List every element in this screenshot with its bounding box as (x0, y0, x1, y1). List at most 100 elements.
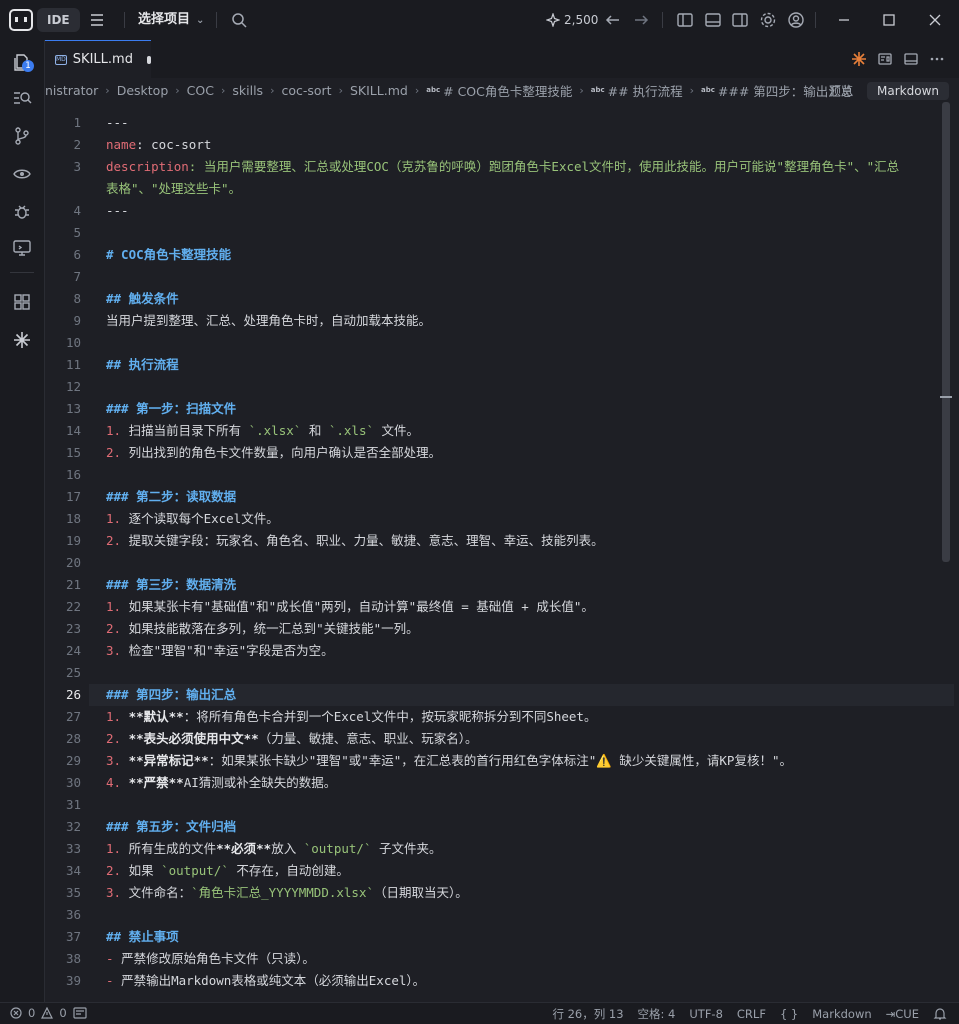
ai-assistant-icon[interactable] (851, 51, 867, 67)
ide-mode-badge[interactable]: IDE (37, 8, 80, 32)
code-line[interactable]: --- (106, 112, 936, 134)
braces-indicator[interactable]: { } (780, 1007, 798, 1021)
breadcrumb-item[interactable]: abc # COC角色卡整理技能 (426, 81, 572, 100)
code-line[interactable]: 表格"、"处理这些卡"。 (106, 178, 936, 200)
markdown-button[interactable]: Markdown (867, 81, 949, 100)
search-icon[interactable] (230, 11, 248, 29)
code-line[interactable]: ### 第五步：文件归档 (106, 816, 936, 838)
breadcrumb-item[interactable]: skills (232, 83, 263, 98)
preview-button[interactable]: 预览 (823, 80, 859, 101)
project-selector[interactable]: 选择项目 ⌄ (138, 10, 204, 31)
line-number: 21 (65, 577, 81, 592)
credits-indicator[interactable]: 2,500 (546, 11, 598, 29)
error-icon (10, 1007, 22, 1019)
code-line[interactable]: - 严禁修改原始角色卡文件（只读）。 (106, 948, 936, 970)
code-line[interactable]: 1. 所有生成的文件**必须**放入 `output/` 子文件夹。 (106, 838, 936, 860)
toggle-right-panel-icon[interactable] (731, 11, 749, 29)
code-line[interactable]: ## 触发条件 (106, 288, 936, 310)
debug-icon[interactable] (12, 202, 32, 222)
toggle-left-panel-icon[interactable] (676, 11, 694, 29)
code-line[interactable]: 4. **严禁**AI猜测或补全缺失的数据。 (106, 772, 936, 794)
files-badge: 1 (22, 60, 34, 72)
cue-indicator[interactable]: ⇥CUE (886, 1007, 919, 1021)
code-line[interactable]: 3. 文件命名：`角色卡汇总_YYYYMMDD.xlsx`（日期取当天）。 (106, 882, 936, 904)
code-line[interactable]: --- (106, 200, 936, 222)
code-token: `output/` (161, 863, 229, 878)
gear-icon[interactable] (759, 11, 777, 29)
open-preview-icon[interactable] (877, 51, 893, 67)
breadcrumb-item[interactable]: Desktop (117, 83, 169, 98)
code-line[interactable]: ## 执行流程 (106, 354, 936, 376)
line-ending[interactable]: CRLF (737, 1007, 766, 1021)
code-line[interactable]: description: 当用户需要整理、汇总或处理COC（克苏鲁的呼唤）跑团角… (106, 156, 936, 178)
toggle-bottom-panel-icon[interactable] (704, 11, 722, 29)
notifications-panel-icon[interactable] (73, 1007, 87, 1019)
close-icon[interactable] (926, 11, 944, 29)
code-line[interactable]: 1. 扫描当前目录下所有 `.xlsx` 和 `.xls` 文件。 (106, 420, 936, 442)
eye-icon[interactable] (12, 164, 32, 184)
divider (815, 12, 816, 28)
vertical-scrollbar[interactable] (942, 102, 950, 562)
chevron-down-icon: ⌄ (196, 15, 205, 26)
code-token: 1. (106, 511, 129, 526)
tab-label: SKILL.md (72, 52, 133, 67)
maximize-icon[interactable] (880, 11, 898, 29)
code-line[interactable]: ### 第二步：读取数据 (106, 486, 936, 508)
code-line[interactable]: 2. 如果 `output/` 不存在，自动创建。 (106, 860, 936, 882)
code-line[interactable]: 1. **默认**：将所有角色卡合并到一个Excel文件中，按玩家昵称拆分到不同… (106, 706, 936, 728)
line-number: 19 (65, 533, 81, 548)
source-control-icon[interactable] (12, 126, 32, 146)
code-line[interactable]: ### 第三步：数据清洗 (106, 574, 936, 596)
scrollbar-cursor-marker (940, 396, 952, 398)
language-mode[interactable]: Markdown (812, 1007, 871, 1021)
code-line[interactable]: 2. **表头必须使用中文**（力量、敏捷、意志、职业、玩家名）。 (106, 728, 936, 750)
code-line[interactable]: ## 禁止事项 (106, 926, 936, 948)
more-actions-icon[interactable] (929, 51, 945, 67)
code-line[interactable]: - 严禁输出Markdown表格或纯文本（必须输出Excel）。 (106, 970, 936, 992)
code-line[interactable]: ### 第四步：输出汇总 (106, 684, 936, 706)
breadcrumb-item[interactable]: COC (187, 83, 214, 98)
code-token: 如果技能散落在多列，统一汇总到"关键技能"一列。 (128, 621, 419, 636)
line-number: 28 (65, 731, 81, 746)
breadcrumb-item[interactable]: abc ## 执行流程 (591, 81, 683, 100)
code-line[interactable]: 3. 检查"理智"和"幸运"字段是否为空。 (106, 640, 936, 662)
forward-arrow-icon[interactable] (632, 11, 650, 29)
split-editor-icon[interactable] (903, 51, 919, 67)
code-line[interactable]: name: coc-sort (106, 134, 936, 156)
code-line[interactable]: ### 第一步：扫描文件 (106, 398, 936, 420)
code-line[interactable]: # COC角色卡整理技能 (106, 244, 936, 266)
problems-indicator[interactable]: 0 0 (10, 1006, 87, 1020)
code-token: ## 执行流程 (106, 357, 179, 372)
line-number: 38 (65, 951, 81, 966)
remote-screen-icon[interactable] (12, 238, 32, 258)
code-line[interactable]: 2. 如果技能散落在多列，统一汇总到"关键技能"一列。 (106, 618, 936, 640)
code-line[interactable]: 3. **异常标记**：如果某张卡缺少"理智"或"幸运"，在汇总表的首行用红色字… (106, 750, 936, 772)
minimize-icon[interactable] (835, 11, 853, 29)
code-line[interactable]: 当用户提到整理、汇总、处理角色卡时，自动加载本技能。 (106, 310, 936, 332)
line-number: 29 (65, 753, 81, 768)
bell-icon[interactable] (933, 1007, 947, 1021)
code-line[interactable]: 2. 提取关键字段：玩家名、角色名、职业、力量、敏捷、意志、理智、幸运、技能列表… (106, 530, 936, 552)
encoding[interactable]: UTF-8 (689, 1007, 723, 1021)
app-logo-icon[interactable] (9, 9, 33, 31)
unsaved-dot-icon[interactable] (146, 55, 151, 64)
breadcrumb-item[interactable]: coc-sort (281, 83, 331, 98)
extensions-grid-icon[interactable] (12, 292, 32, 312)
account-icon[interactable] (787, 11, 805, 29)
code-editor[interactable]: 1 --- 2 name: coc-sort 3 description: 当用户需要整理… (45, 112, 954, 1002)
code-line[interactable]: 1. 如果某张卡有"基础值"和"成长值"两列，自动计算"最终值 = 基础值 + … (106, 596, 936, 618)
cursor-position[interactable]: 行 26，列 13 (552, 1006, 623, 1022)
indentation[interactable]: 空格: 4 (638, 1006, 676, 1022)
ai-sparkle-icon[interactable] (12, 330, 32, 350)
line-number: 4 (73, 203, 81, 218)
code-token: ### 第二步：读取数据 (106, 489, 237, 504)
code-line[interactable]: 2. 列出找到的角色卡文件数量，向用户确认是否全部处理。 (106, 442, 936, 464)
symbol-string-icon: abc (701, 86, 715, 94)
tab-skill-md[interactable]: MD SKILL.md (45, 40, 151, 78)
back-arrow-icon[interactable] (604, 11, 622, 29)
menu-icon[interactable] (88, 11, 106, 29)
search-list-icon[interactable] (12, 88, 32, 108)
breadcrumb-item[interactable]: SKILL.md (350, 83, 408, 98)
breadcrumb-item[interactable]: nistrator (45, 83, 98, 98)
code-line[interactable]: 1. 逐个读取每个Excel文件。 (106, 508, 936, 530)
